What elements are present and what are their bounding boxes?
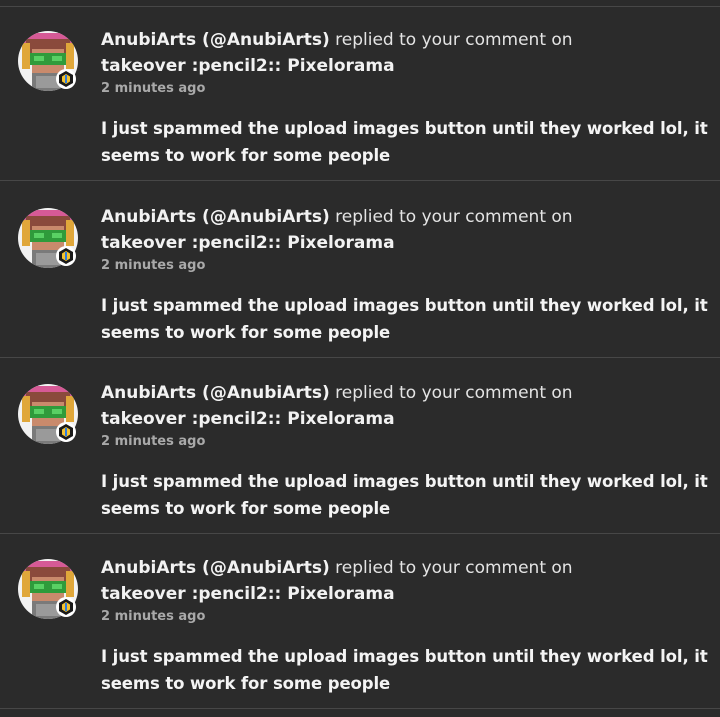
- notification-item[interactable]: AnubiArts (@AnubiArts) replied to your c…: [0, 535, 720, 709]
- timestamp: 2 minutes ago: [101, 81, 206, 96]
- timestamp: 2 minutes ago: [101, 609, 206, 624]
- username-link[interactable]: AnubiArts (@AnubiArts): [101, 207, 330, 227]
- notification-content: AnubiArts (@AnubiArts) replied to your c…: [101, 204, 713, 346]
- avatar[interactable]: [18, 559, 78, 619]
- notification-item[interactable]: AnubiArts (@AnubiArts) replied to your c…: [0, 184, 720, 358]
- action-text: replied to your comment on: [335, 383, 573, 403]
- reply-message: I just spammed the upload images button …: [101, 296, 708, 342]
- reply-message: I just spammed the upload images button …: [101, 472, 708, 518]
- notification-feed: AnubiArts (@AnubiArts) replied to your c…: [0, 0, 720, 717]
- pixel-avatar-icon: [18, 208, 78, 268]
- timestamp: 2 minutes ago: [101, 434, 206, 449]
- notification-headline: AnubiArts (@AnubiArts) replied to your c…: [101, 380, 713, 406]
- target-post-link[interactable]: takeover :pencil2:: Pixelorama: [101, 581, 713, 607]
- action-text: replied to your comment on: [335, 30, 573, 50]
- action-text: replied to your comment on: [335, 207, 573, 227]
- avatar[interactable]: [18, 208, 78, 268]
- pixel-avatar-icon: [18, 384, 78, 444]
- notification-content: AnubiArts (@AnubiArts) replied to your c…: [101, 27, 713, 169]
- pixel-avatar-icon: [18, 559, 78, 619]
- username-link[interactable]: AnubiArts (@AnubiArts): [101, 383, 330, 403]
- notification-headline: AnubiArts (@AnubiArts) replied to your c…: [101, 204, 713, 230]
- target-post-link[interactable]: takeover :pencil2:: Pixelorama: [101, 53, 713, 79]
- notification-item[interactable]: AnubiArts (@AnubiArts) replied to your c…: [0, 360, 720, 534]
- notification-headline: AnubiArts (@AnubiArts) replied to your c…: [101, 555, 713, 581]
- action-text: replied to your comment on: [335, 558, 573, 578]
- target-post-link[interactable]: takeover :pencil2:: Pixelorama: [101, 406, 713, 432]
- username-link[interactable]: AnubiArts (@AnubiArts): [101, 30, 330, 50]
- avatar[interactable]: [18, 31, 78, 91]
- reply-message: I just spammed the upload images button …: [101, 647, 708, 693]
- avatar[interactable]: [18, 384, 78, 444]
- notification-headline: AnubiArts (@AnubiArts) replied to your c…: [101, 27, 713, 53]
- notification-content: AnubiArts (@AnubiArts) replied to your c…: [101, 555, 713, 697]
- notification-item[interactable]: AnubiArts (@AnubiArts) replied to your c…: [0, 7, 720, 181]
- target-post-link[interactable]: takeover :pencil2:: Pixelorama: [101, 230, 713, 256]
- username-link[interactable]: AnubiArts (@AnubiArts): [101, 558, 330, 578]
- reply-message: I just spammed the upload images button …: [101, 119, 708, 165]
- timestamp: 2 minutes ago: [101, 258, 206, 273]
- notification-content: AnubiArts (@AnubiArts) replied to your c…: [101, 380, 713, 522]
- pixel-avatar-icon: [18, 31, 78, 91]
